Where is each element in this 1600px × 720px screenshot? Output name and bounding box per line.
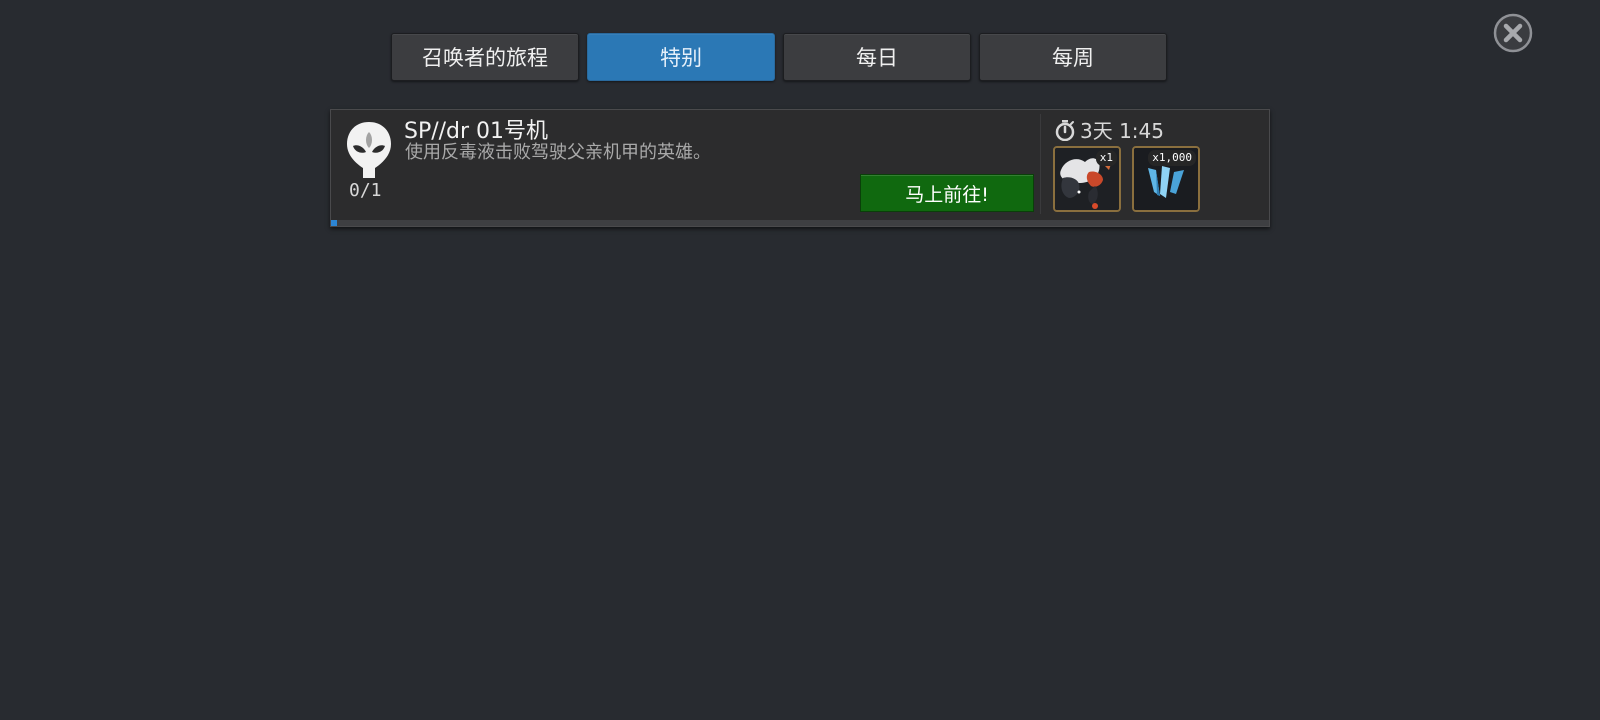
tab-weekly[interactable]: 每周: [979, 33, 1167, 81]
tab-daily[interactable]: 每日: [783, 33, 971, 81]
divider: [1040, 114, 1041, 214]
reward-quantity: x1: [1095, 150, 1117, 166]
quest-timer: 3天 1:45: [1054, 115, 1164, 144]
quest-description: 使用反毒液击败驾驶父亲机甲的英雄。: [405, 142, 711, 163]
reward-quantity: x1,000: [1148, 150, 1196, 166]
close-button[interactable]: [1493, 13, 1533, 53]
timer-text: 3天 1:45: [1080, 119, 1164, 143]
quest-card: 0/1 SP//dr 01号机 使用反毒液击败驾驶父亲机甲的英雄。 马上前往! …: [330, 109, 1270, 227]
quest-progress-text: 0/1: [349, 180, 382, 201]
stopwatch-icon: [1055, 119, 1075, 141]
tab-special[interactable]: 特别: [587, 33, 775, 81]
tab-summoners-journey[interactable]: 召唤者的旅程: [391, 33, 579, 81]
alien-head-icon: [345, 120, 393, 180]
quest-progress-fill: [331, 220, 337, 226]
reward-item-character[interactable]: x1: [1053, 146, 1121, 212]
quest-progress-bar: [331, 220, 1269, 226]
reward-item-crystals[interactable]: x1,000: [1132, 146, 1200, 212]
tab-bar: 召唤者的旅程 特别 每日 每周: [391, 33, 1167, 81]
go-now-button[interactable]: 马上前往!: [860, 174, 1034, 212]
close-circle-icon: [1493, 13, 1533, 53]
